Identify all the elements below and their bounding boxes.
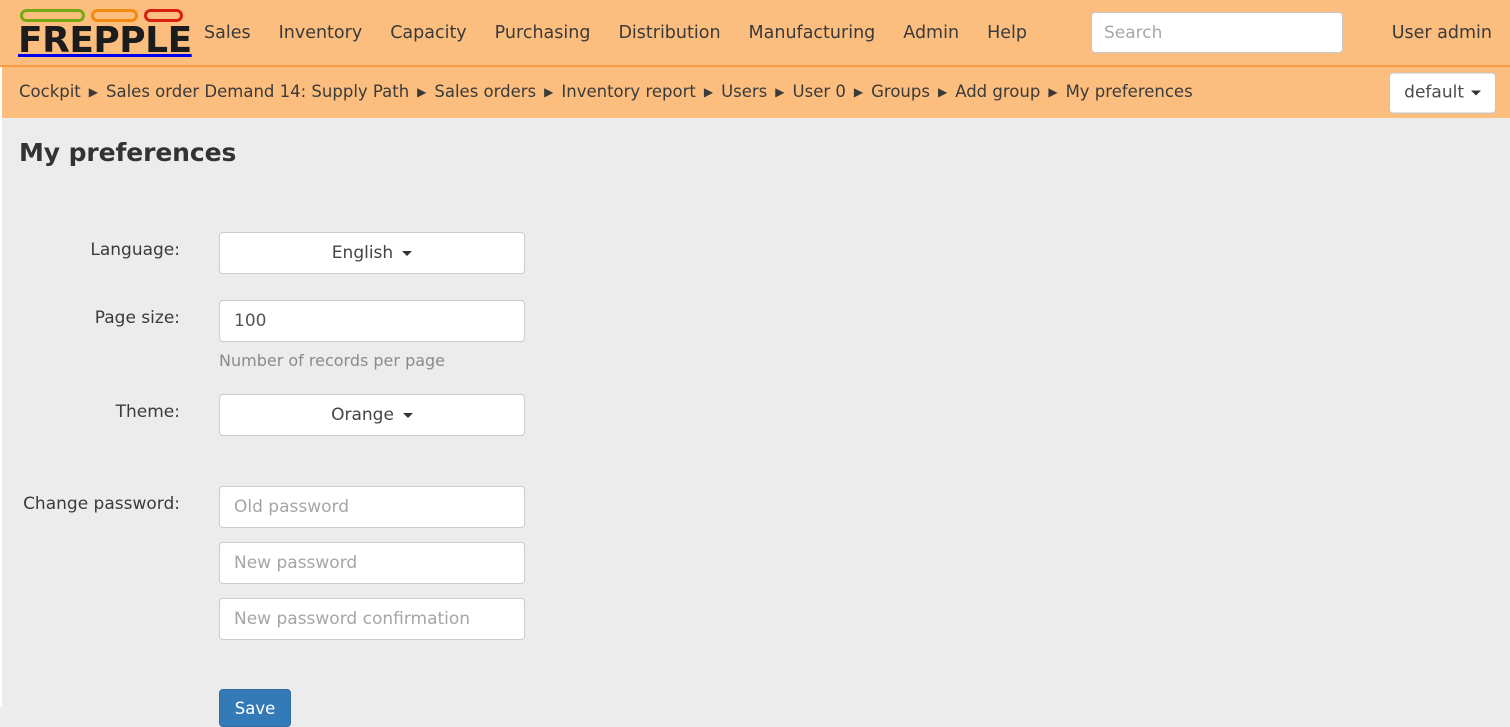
language-label: Language: (90, 240, 180, 260)
field-spacer (219, 528, 525, 542)
theme-label: Theme: (115, 402, 180, 422)
search-input[interactable] (1090, 12, 1343, 53)
old-password-input[interactable] (219, 486, 525, 528)
breadcrumb-item-add-group[interactable]: Add group (955, 84, 1040, 101)
breadcrumb-separator-icon: ▶ (775, 84, 785, 99)
database-selector-button[interactable]: default (1389, 72, 1496, 113)
breadcrumb-separator-icon: ▶ (88, 84, 99, 99)
breadcrumb-item-cockpit[interactable]: Cockpit (19, 84, 81, 101)
language-select-value: English (331, 243, 394, 263)
search-container (1090, 12, 1343, 53)
chevron-down-icon (402, 250, 413, 256)
main-menu: Sales Inventory Capacity Purchasing Dist… (190, 13, 1041, 53)
breadcrumb-separator-icon: ▶ (1048, 84, 1058, 99)
top-navbar: FREPPLE Sales Inventory Capacity Purchas… (0, 0, 1510, 67)
page-size-field-column: Number of records per page (219, 300, 525, 370)
breadcrumb-bar: Cockpit ▶ Sales order Demand 14: Supply … (0, 67, 1510, 118)
page-size-label: Page size: (94, 308, 180, 328)
chevron-down-icon (1471, 90, 1481, 95)
theme-select[interactable]: Orange (219, 394, 525, 436)
breadcrumb: Cockpit ▶ Sales order Demand 14: Supply … (19, 84, 1193, 101)
main-content: My preferences Language: English Page si… (0, 118, 1510, 727)
save-button[interactable]: Save (219, 689, 291, 727)
new-password-input[interactable] (219, 542, 525, 584)
nav-item-capacity[interactable]: Capacity (376, 13, 480, 53)
theme-select-value: Orange (331, 405, 394, 425)
breadcrumb-item-supply-path[interactable]: Sales order Demand 14: Supply Path (106, 84, 409, 101)
chevron-down-icon (402, 412, 413, 418)
nav-item-inventory[interactable]: Inventory (265, 13, 377, 53)
theme-field-column: Orange (219, 394, 525, 436)
database-selector-label: default (1404, 82, 1464, 103)
nav-item-help[interactable]: Help (973, 13, 1041, 53)
left-edge-divider (0, 67, 2, 707)
breadcrumb-item-sales-orders[interactable]: Sales orders (434, 84, 536, 101)
new-password-confirmation-input[interactable] (219, 598, 525, 640)
form-row-change-password: Change password: (0, 486, 525, 640)
breadcrumb-separator-icon: ▶ (417, 84, 427, 99)
nav-item-manufacturing[interactable]: Manufacturing (735, 13, 890, 53)
breadcrumb-item-users[interactable]: Users (721, 84, 767, 101)
user-menu[interactable]: User admin (1392, 23, 1492, 43)
save-row-spacer (0, 689, 180, 697)
breadcrumb-separator-icon: ▶ (853, 84, 864, 99)
breadcrumb-separator-icon: ▶ (544, 84, 554, 99)
language-field-column: English (219, 232, 525, 274)
form-row-theme: Theme: Orange (0, 394, 525, 436)
form-row-language: Language: English (0, 232, 525, 274)
breadcrumb-separator-icon: ▶ (703, 84, 714, 99)
breadcrumb-item-my-preferences[interactable]: My preferences (1066, 84, 1193, 101)
nav-item-purchasing[interactable]: Purchasing (481, 13, 605, 53)
brand-name: FREPPLE (18, 19, 192, 61)
language-select[interactable]: English (219, 232, 525, 274)
nav-item-sales[interactable]: Sales (190, 13, 265, 53)
breadcrumb-separator-icon: ▶ (937, 84, 948, 99)
breadcrumb-item-user-0[interactable]: User 0 (793, 84, 846, 101)
form-row-save: Save (0, 689, 291, 727)
breadcrumb-item-inventory-report[interactable]: Inventory report (561, 84, 695, 101)
change-password-field-column (219, 486, 525, 640)
page-title: My preferences (19, 138, 237, 167)
form-row-page-size: Page size: Number of records per page (0, 300, 525, 370)
change-password-label: Change password: (23, 494, 180, 514)
page-size-help-text: Number of records per page (219, 351, 446, 370)
save-field-column: Save (219, 689, 291, 727)
nav-item-distribution[interactable]: Distribution (604, 13, 734, 53)
page-size-input[interactable] (219, 300, 525, 342)
nav-item-admin[interactable]: Admin (889, 13, 973, 53)
field-spacer (219, 584, 525, 598)
breadcrumb-item-groups[interactable]: Groups (871, 84, 930, 101)
brand-logo[interactable]: FREPPLE (0, 7, 192, 61)
